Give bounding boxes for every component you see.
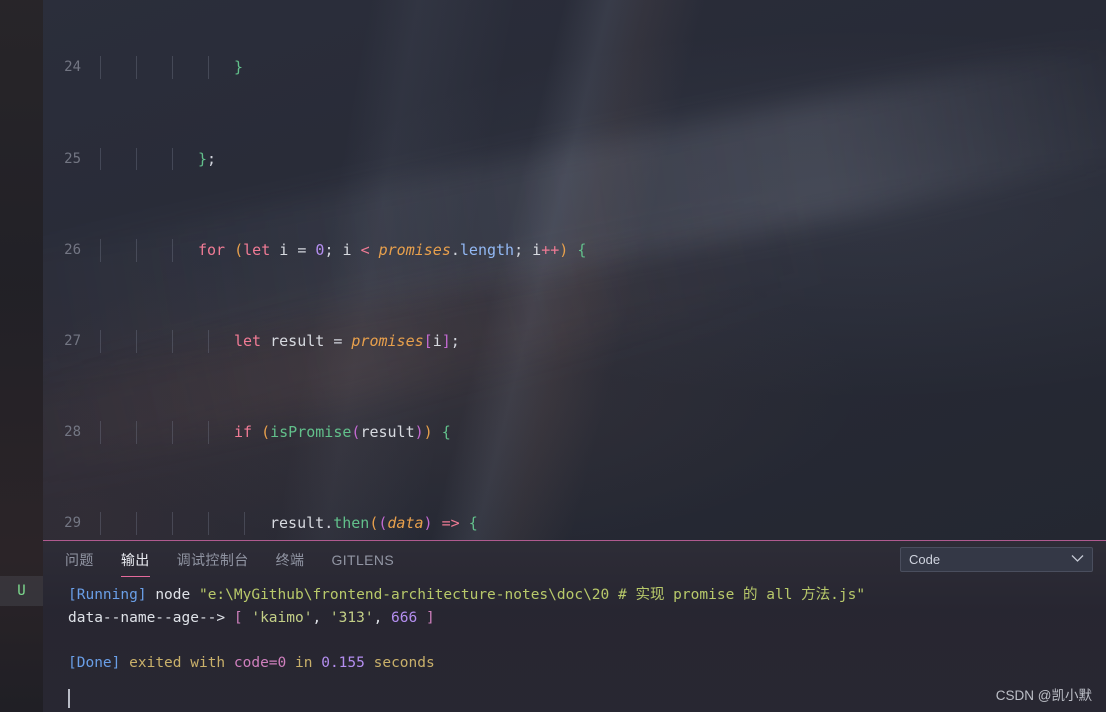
line-number: 25 — [64, 150, 81, 167]
code-line[interactable]: 25 }; — [43, 147, 1106, 171]
output-bracket-close: ] — [425, 609, 435, 626]
output-result-item-1: '313' — [329, 609, 374, 626]
panel-tab-terminal[interactable]: 终端 — [276, 541, 305, 578]
output-done-text-2: in — [295, 654, 313, 671]
csdn-watermark: CSDN @凯小默 — [995, 688, 1092, 703]
output-done-tag: [Done] — [68, 654, 121, 671]
line-number: 29 — [64, 515, 81, 532]
output-channel-value: Code — [909, 552, 941, 567]
output-done-code: code=0 — [233, 654, 287, 671]
panel-tab-label: 输出 — [120, 551, 150, 568]
code-line[interactable]: 28 if (isPromise(result)) { — [43, 421, 1106, 444]
vscode-window: U 24 } 25 }; 26 for (let i = 0; i < prom… — [0, 0, 1106, 712]
panel-tab-output[interactable]: 输出 — [120, 541, 150, 578]
line-content: result.then((data) => { — [90, 512, 1106, 536]
output-done-text-3: seconds — [373, 654, 435, 671]
output-result-label: data--name--age--> — [68, 609, 226, 626]
line-number: 27 — [64, 332, 81, 349]
output-done-duration: 0.155 — [321, 654, 365, 671]
scm-badge-label: U — [17, 583, 26, 599]
output-running-tag: [Running] — [68, 587, 147, 603]
panel-tab-label: 调试控制台 — [176, 551, 249, 568]
line-number: 26 — [64, 241, 81, 258]
line-content: let result = promises[i]; — [90, 329, 1106, 353]
line-content: if (isPromise(result)) { — [90, 421, 1106, 444]
output-bracket-open: [ — [233, 609, 243, 626]
line-content: for (let i = 0; i < promises.length; i++… — [90, 238, 1106, 262]
panel-tab-gitlens[interactable]: GITLENS — [331, 541, 394, 578]
panel-tab-problems[interactable]: 问题 — [65, 541, 94, 578]
line-content: } — [90, 56, 1106, 80]
output-text-cursor — [68, 689, 70, 708]
panel-tab-debug-console[interactable]: 调试控制台 — [177, 541, 249, 578]
panel-tab-label: 终端 — [275, 551, 305, 568]
output-running-path: "e:\MyGithub\frontend-architecture-notes… — [198, 587, 866, 603]
code-line[interactable]: 27 let result = promises[i]; — [43, 329, 1106, 353]
output-done-text-1: exited with — [129, 654, 226, 671]
code-line[interactable]: 26 for (let i = 0; i < promises.length; … — [43, 238, 1106, 262]
output-running-cmd: node — [155, 587, 191, 603]
bottom-panel: 问题 输出 调试控制台 终端 GITLENS Code [Running] no… — [43, 540, 1106, 712]
panel-tab-label: 问题 — [65, 551, 94, 568]
code-editor[interactable]: 24 } 25 }; 26 for (let i = 0; i < promis… — [43, 0, 1106, 540]
output-result-item-0: 'kaimo' — [251, 609, 313, 626]
code-line[interactable]: 24 } — [43, 56, 1106, 80]
line-content: }; — [90, 147, 1106, 171]
output-channel-select[interactable]: Code — [900, 547, 1093, 572]
scm-untracked-badge[interactable]: U — [0, 576, 43, 606]
output-result-item-2: 666 — [391, 609, 418, 626]
code-line[interactable]: 29 result.then((data) => { — [43, 512, 1106, 536]
chevron-down-icon — [1071, 554, 1084, 566]
line-number: 28 — [64, 424, 81, 441]
line-number: 24 — [64, 59, 81, 76]
code-rows: 24 } 25 }; 26 for (let i = 0; i < promis… — [43, 0, 1106, 540]
output-content[interactable]: [Running] node "e:\MyGithub\frontend-arc… — [43, 578, 1106, 674]
panel-tab-label: GITLENS — [331, 551, 395, 568]
